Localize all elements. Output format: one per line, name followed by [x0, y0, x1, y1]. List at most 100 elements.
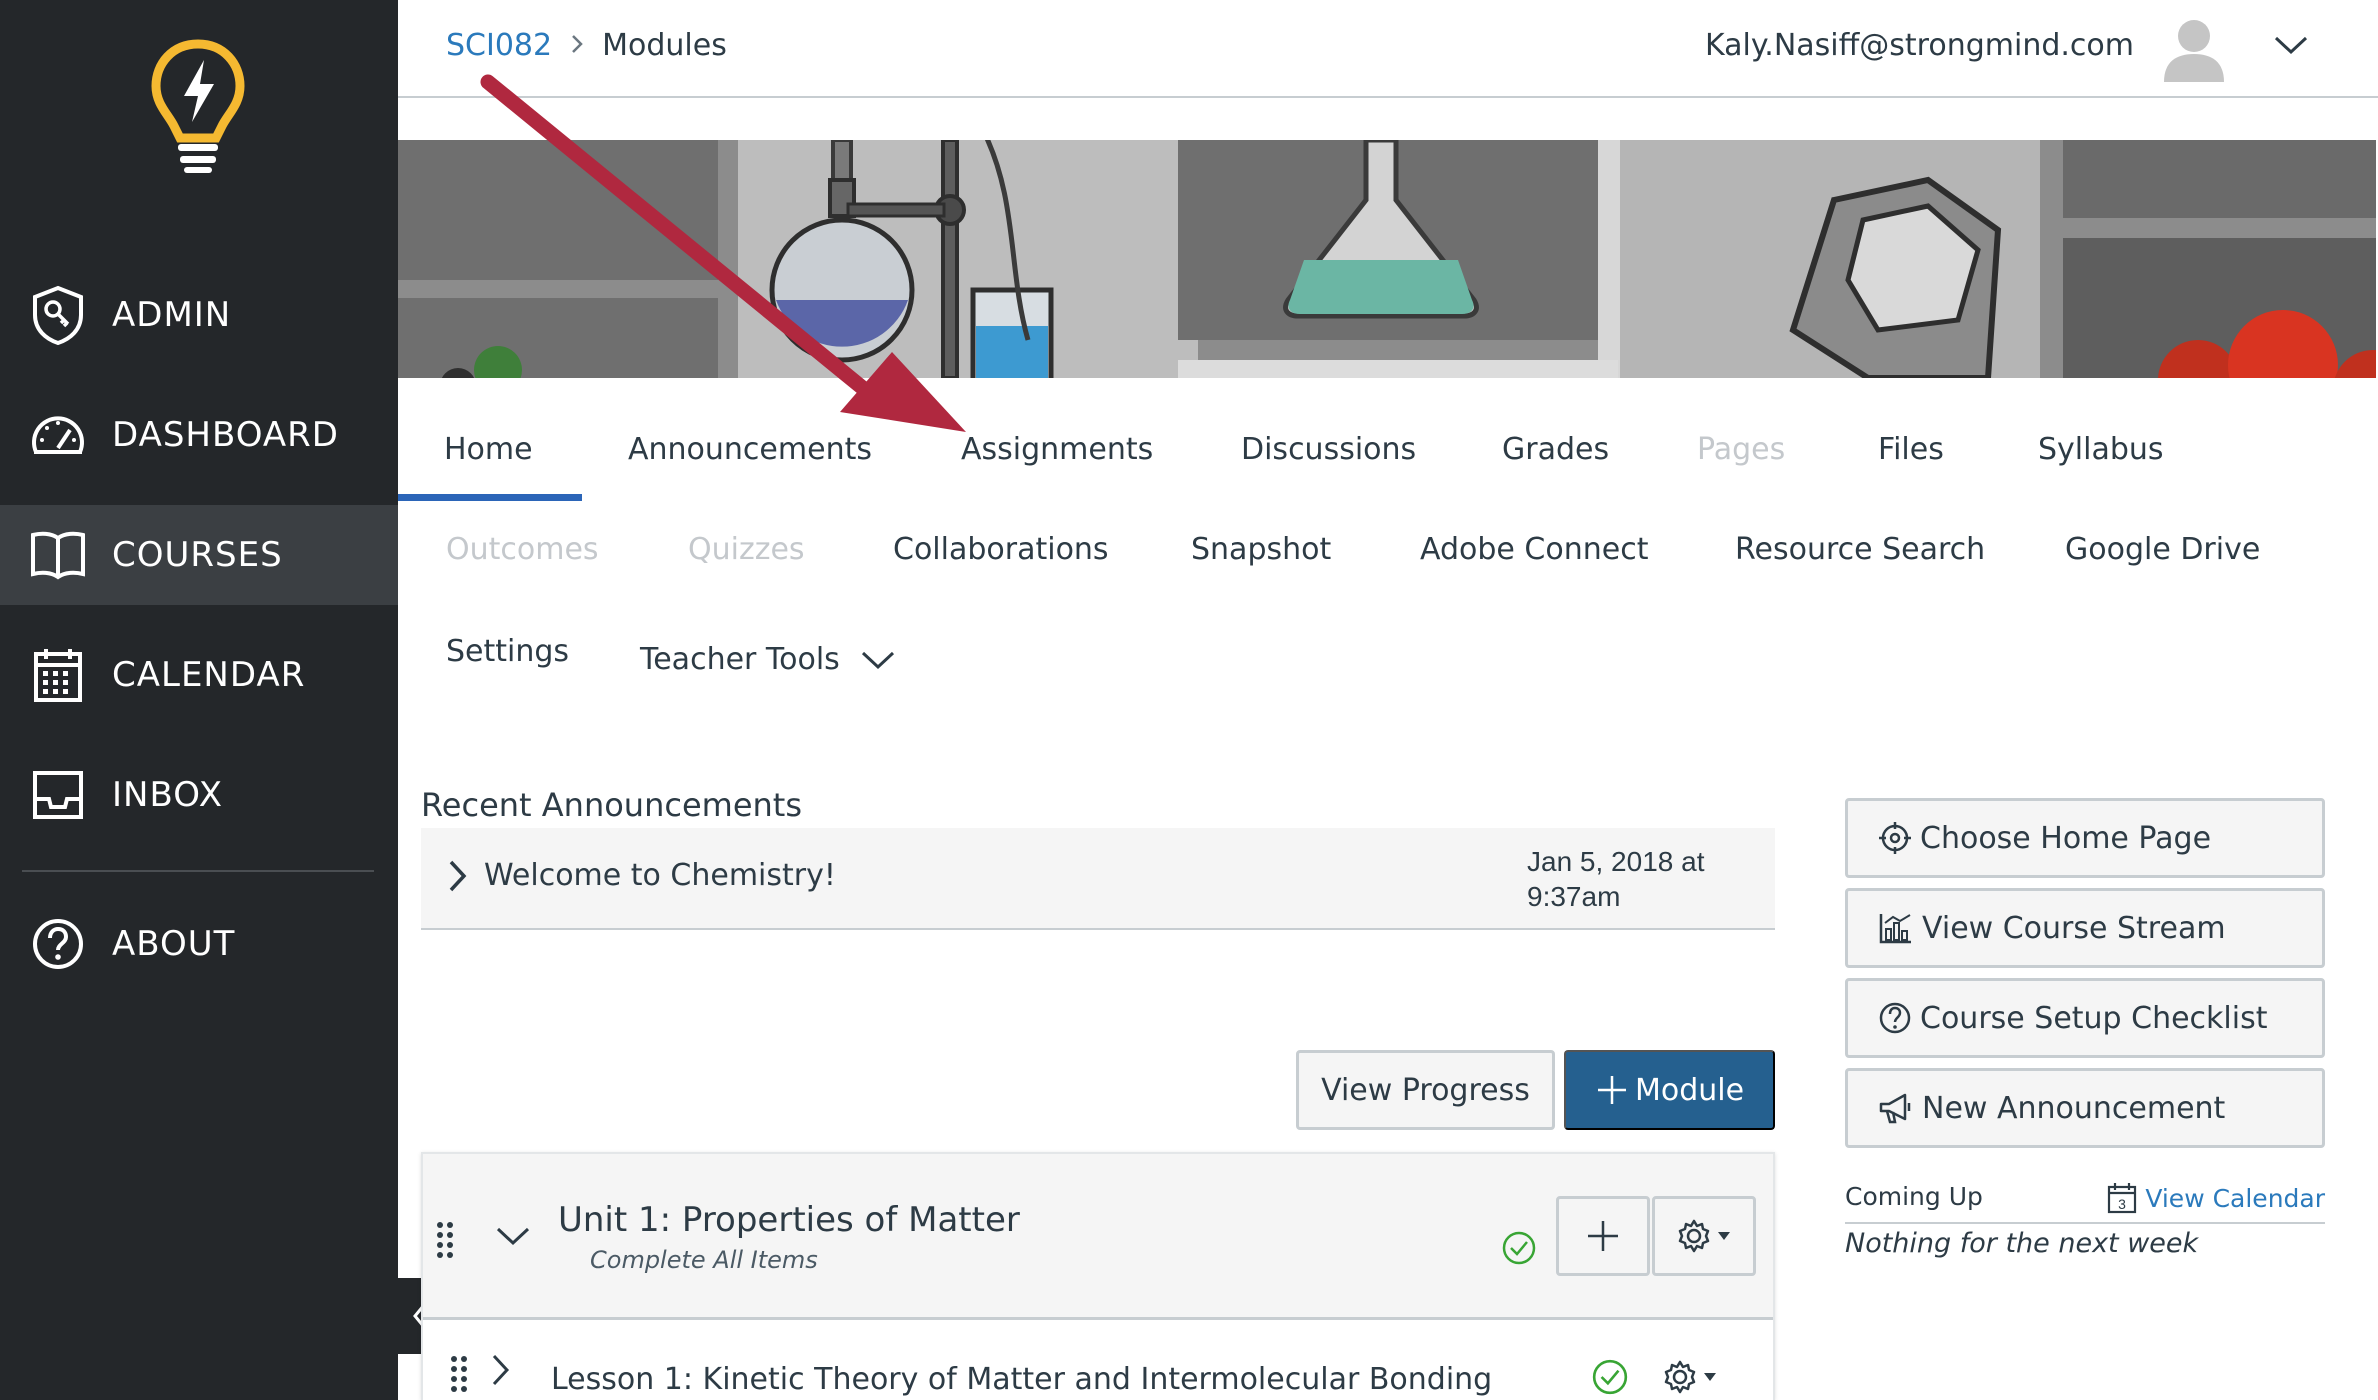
recent-announcements: Recent Announcements Welcome to Chemistr… — [421, 780, 1775, 930]
announcement-date-line1: Jan 5, 2018 at — [1527, 846, 1705, 877]
tab-collaborations[interactable]: Collaborations — [893, 532, 1109, 567]
nav-admin[interactable]: ADMIN — [0, 265, 398, 365]
new-announcement-button[interactable]: New Announcement — [1845, 1068, 2325, 1148]
calendar-icon — [28, 645, 88, 705]
view-progress-button[interactable]: View Progress — [1296, 1050, 1555, 1130]
tab-announcements[interactable]: Announcements — [628, 432, 872, 467]
plus-icon — [1588, 1221, 1618, 1251]
nav-calendar[interactable]: CALENDAR — [0, 625, 398, 725]
nav-dashboard[interactable]: DASHBOARD — [0, 385, 398, 485]
chevron-right-icon[interactable] — [490, 1352, 512, 1388]
nav-about-label: ABOUT — [112, 924, 236, 964]
tab-assignments[interactable]: Assignments — [961, 432, 1153, 467]
nav-inbox-label: INBOX — [112, 775, 224, 815]
course-setup-checklist-label: Course Setup Checklist — [1920, 1000, 2268, 1036]
module-title[interactable]: Unit 1: Properties of Matter — [558, 1200, 1020, 1240]
announcement-row[interactable]: Welcome to Chemistry! Jan 5, 2018 at 9:3… — [421, 828, 1775, 930]
gauge-icon — [28, 405, 88, 465]
nav-divider — [22, 870, 374, 872]
gear-icon — [1678, 1219, 1710, 1253]
nav-dashboard-label: DASHBOARD — [112, 415, 339, 455]
tab-grades[interactable]: Grades — [1502, 432, 1609, 467]
help-icon — [28, 914, 88, 974]
tab-syllabus[interactable]: Syllabus — [2038, 432, 2164, 467]
plus-icon — [1597, 1076, 1626, 1104]
drag-handle-icon[interactable] — [435, 1220, 455, 1260]
module-complete-check-icon — [1502, 1231, 1536, 1265]
nav-calendar-label: CALENDAR — [112, 655, 306, 695]
nav-courses[interactable]: COURSES — [0, 505, 398, 605]
active-tab-indicator — [398, 494, 582, 501]
calendar-icon: 3 — [2108, 1183, 2137, 1214]
tab-home[interactable]: Home — [444, 432, 533, 467]
tab-google-drive[interactable]: Google Drive — [2065, 532, 2260, 567]
shield-icon — [28, 285, 88, 345]
coming-up-label: Coming Up — [1845, 1182, 1983, 1211]
view-calendar-label: View Calendar — [2145, 1183, 2325, 1213]
announcement-date: Jan 5, 2018 at 9:37am — [1527, 844, 1757, 914]
nav-about[interactable]: ABOUT — [0, 894, 398, 994]
add-module-button[interactable]: Module — [1564, 1050, 1775, 1130]
course-setup-checklist-button[interactable]: Course Setup Checklist — [1845, 978, 2325, 1058]
megaphone-icon — [1879, 1093, 1911, 1124]
calendar-icon-day: 3 — [2118, 1196, 2126, 1212]
strongmind-logo-icon[interactable] — [150, 38, 246, 174]
breadcrumb: SCI082 Modules — [446, 28, 727, 63]
breadcrumb-current-page: Modules — [602, 28, 727, 63]
nav-admin-label: ADMIN — [112, 295, 232, 335]
choose-home-page-button[interactable]: Choose Home Page — [1845, 798, 2325, 878]
user-menu-chevron-down-icon[interactable] — [2272, 30, 2310, 60]
coming-up-header: Coming Up 3 View Calendar — [1845, 1180, 2325, 1224]
tab-settings[interactable]: Settings — [446, 634, 569, 669]
tab-files[interactable]: Files — [1878, 432, 1944, 467]
tab-pages[interactable]: Pages — [1697, 432, 1785, 467]
module-settings-button[interactable] — [1652, 1196, 1756, 1276]
view-calendar-link[interactable]: 3 View Calendar — [2107, 1182, 2325, 1214]
announcement-title-link[interactable]: Welcome to Chemistry! — [484, 858, 836, 893]
choose-home-page-label: Choose Home Page — [1920, 820, 2212, 856]
item-complete-check-icon — [1592, 1359, 1628, 1395]
module-add-item-button[interactable] — [1556, 1196, 1650, 1276]
recent-announcements-header: Recent Announcements — [421, 780, 1775, 828]
stream-chart-icon — [1879, 914, 1911, 944]
module-item-title[interactable]: Lesson 1: Kinetic Theory of Matter and I… — [551, 1362, 1492, 1397]
announcement-date-line2: 9:37am — [1527, 881, 1621, 912]
tab-snapshot[interactable]: Snapshot — [1191, 532, 1331, 567]
tab-adobe-connect[interactable]: Adobe Connect — [1420, 532, 1648, 567]
tab-resource-search[interactable]: Resource Search — [1735, 532, 1985, 567]
view-course-stream-button[interactable]: View Course Stream — [1845, 888, 2325, 968]
question-circle-icon — [1879, 1002, 1911, 1034]
target-icon — [1879, 822, 1911, 854]
module-collapse-chevron-down-icon[interactable] — [495, 1224, 531, 1248]
caret-down-icon — [1718, 1232, 1730, 1240]
coming-up-empty-message: Nothing for the next week — [1845, 1228, 2199, 1259]
view-course-stream-label: View Course Stream — [1922, 910, 2226, 946]
caret-down-icon[interactable] — [1703, 1372, 1717, 1382]
user-email: Kaly.Nasiff@strongmind.com — [1704, 28, 2134, 63]
add-module-label: Module — [1634, 1072, 1745, 1108]
nav-courses-label: COURSES — [112, 535, 283, 575]
tab-teacher-tools[interactable]: Teacher Tools — [640, 642, 896, 677]
inbox-icon — [28, 765, 88, 825]
tab-teacher-tools-label: Teacher Tools — [640, 642, 840, 677]
module-list: Unit 1: Properties of Matter Complete Al… — [421, 1152, 1775, 1400]
module-header[interactable]: Unit 1: Properties of Matter Complete Al… — [423, 1154, 1773, 1320]
breadcrumb-separator-icon — [570, 28, 584, 63]
nav-inbox[interactable]: INBOX — [0, 745, 398, 845]
tab-discussions[interactable]: Discussions — [1241, 432, 1416, 467]
chevron-down-icon — [861, 651, 894, 669]
tab-quizzes[interactable]: Quizzes — [688, 532, 805, 567]
tab-outcomes[interactable]: Outcomes — [446, 532, 599, 567]
new-announcement-label: New Announcement — [1922, 1090, 2226, 1126]
chevron-right-icon[interactable] — [447, 858, 469, 894]
breadcrumb-course-link[interactable]: SCI082 — [446, 28, 552, 63]
book-icon — [28, 525, 88, 585]
top-header: SCI082 Modules Kaly.Nasiff@strongmind.co… — [398, 0, 2378, 98]
avatar[interactable] — [2158, 12, 2230, 84]
recent-announcements-title: Recent Announcements — [421, 786, 802, 824]
course-banner-image — [398, 140, 2376, 378]
module-requirement: Complete All Items — [590, 1246, 818, 1274]
drag-handle-icon[interactable] — [449, 1354, 469, 1394]
gear-icon[interactable] — [1663, 1360, 1697, 1394]
global-nav-sidebar: ADMIN DASHBOARD COURSES CALENDAR INBOX A… — [0, 0, 398, 1400]
